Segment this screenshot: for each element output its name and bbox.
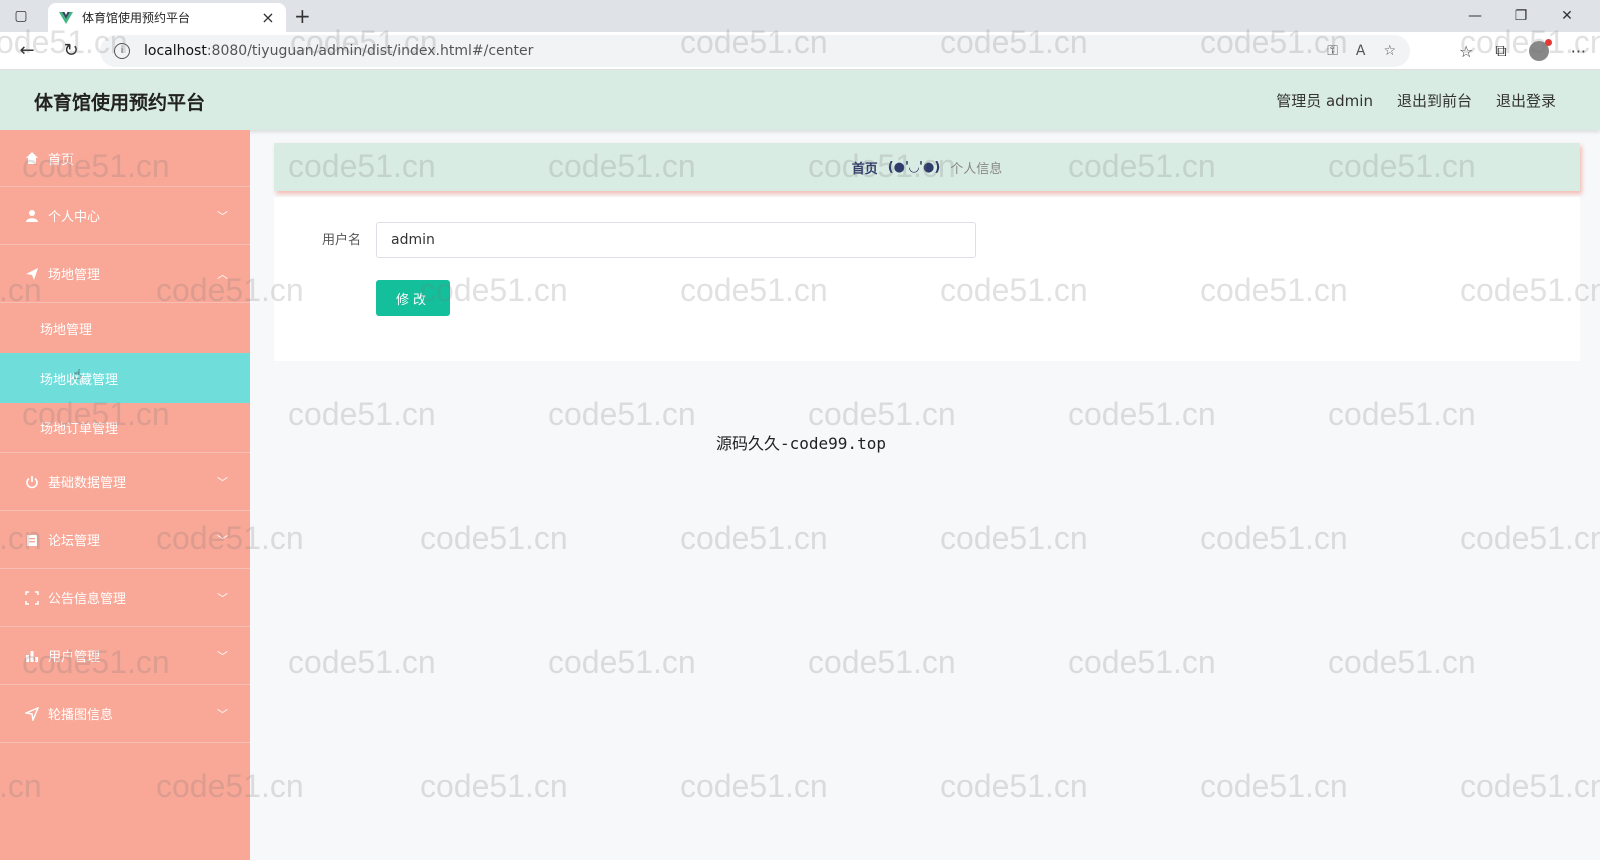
watermark-text: code51.cn xyxy=(1460,768,1600,804)
header-links: 管理员 admin 退出到前台 退出登录 xyxy=(1276,90,1556,111)
browser-tab[interactable]: 体育馆使用预约平台 × xyxy=(48,3,286,32)
back-arrow-icon[interactable]: ← xyxy=(16,40,38,62)
watermark-text: code51.cn xyxy=(420,520,568,556)
hand-cursor-icon: ☝ xyxy=(73,367,82,383)
url-field[interactable]: i localhost:8080/tiyuguan/admin/dist/ind… xyxy=(100,35,1410,67)
sidebar-item-label: 个人中心 xyxy=(48,210,101,225)
sidebar-subitem-venue-orders[interactable]: 场地订单管理 xyxy=(0,403,250,453)
sidebar-item-profile[interactable]: 个人中心 ﹀ xyxy=(0,187,250,245)
chevron-down-icon: ﹀ xyxy=(217,707,228,721)
watermark-text: code51.cn xyxy=(680,520,828,556)
watermark-text: code51.cn xyxy=(1460,520,1600,556)
breadcrumb: 首页 (●'◡'●) 个人信息 xyxy=(274,143,1580,191)
sidebar-item-forum[interactable]: 论坛管理 ﹀ xyxy=(0,511,250,569)
power-icon xyxy=(24,474,40,490)
new-tab-icon[interactable]: + xyxy=(294,6,311,26)
subitem-label: 场地管理 xyxy=(40,322,93,338)
key-icon[interactable]: ⚿ xyxy=(1327,43,1338,59)
url-text: localhost:8080/tiyuguan/admin/dist/index… xyxy=(144,43,534,59)
watermark-text: code51.cn xyxy=(940,768,1088,804)
sidebar-item-basic-data[interactable]: 基础数据管理 ﹀ xyxy=(0,453,250,511)
read-aloud-icon[interactable]: A xyxy=(1356,43,1366,59)
watermark-text: code51.cn xyxy=(1200,768,1348,804)
watermark-text: code51.cn xyxy=(420,768,568,804)
user-icon xyxy=(24,208,40,224)
admin-label: 管理员 admin xyxy=(1276,92,1373,110)
minimize-icon[interactable]: — xyxy=(1452,4,1498,28)
chevron-down-icon: ﹀ xyxy=(217,591,228,605)
sidebar-item-label: 用户管理 xyxy=(48,650,101,665)
sidebar-item-home[interactable]: 首页 xyxy=(0,130,250,187)
sidebar-item-label: 场地管理 xyxy=(48,268,101,283)
chevron-down-icon: ﹀ xyxy=(217,649,228,663)
watermark-text: code51.cn xyxy=(1328,644,1476,680)
home-icon xyxy=(24,150,40,166)
watermark-text: code51.cn xyxy=(808,644,956,680)
watermark-text: code51.cn xyxy=(1200,520,1348,556)
window-controls: — ❐ ✕ xyxy=(1452,4,1590,28)
send-icon xyxy=(24,266,40,282)
collections-icon[interactable]: ⧉ xyxy=(1495,41,1506,61)
sidebar-subitem-venue-manage[interactable]: 场地管理 xyxy=(0,303,250,353)
profile-avatar[interactable] xyxy=(1528,39,1552,61)
add-favorite-icon[interactable]: ☆ xyxy=(1383,43,1396,59)
watermark-text: code51.cn xyxy=(548,396,696,432)
tab-title: 体育馆使用预约平台 xyxy=(82,11,191,25)
watermark-text: code51.cn xyxy=(808,396,956,432)
window-close-icon[interactable]: ✕ xyxy=(1544,4,1590,28)
watermark-text: code51.cn xyxy=(548,644,696,680)
username-input[interactable] xyxy=(376,222,976,258)
sidebar-item-users[interactable]: 用户管理 ﹀ xyxy=(0,627,250,685)
footer-source-text: 源码久久-code99.top xyxy=(716,434,886,453)
watermark-text: code51.cn xyxy=(288,644,436,680)
vue-favicon-icon xyxy=(58,10,74,26)
sidebar-item-carousel[interactable]: 轮播图信息 ﹀ xyxy=(0,685,250,743)
sidebar: 首页 个人中心 ﹀ 场地管理 ︿ 场地管理 场地收藏管理 场地订单管理 基础数据… xyxy=(0,130,250,860)
watermark-text: code51.cn xyxy=(1068,396,1216,432)
watermark-text: code51.cn xyxy=(940,520,1088,556)
site-info-icon[interactable]: i xyxy=(114,43,130,59)
navigation-icon xyxy=(24,706,40,722)
reload-icon[interactable]: ↻ xyxy=(60,40,82,62)
watermark-text: code51.cn xyxy=(1068,644,1216,680)
more-icon[interactable]: ··· xyxy=(1571,42,1586,61)
tab-actions-icon[interactable]: ▢ xyxy=(12,7,30,25)
tab-close-icon[interactable]: × xyxy=(260,9,276,26)
address-bar: ← ↻ i localhost:8080/tiyuguan/admin/dist… xyxy=(0,32,1600,70)
modify-button[interactable]: 修改 xyxy=(376,280,450,316)
watermark-text: code51.cn xyxy=(288,396,436,432)
profile-form-panel: 用户名 修改 xyxy=(274,197,1580,361)
sidebar-subitem-venue-favorites[interactable]: 场地收藏管理 xyxy=(0,353,250,403)
browser-tab-bar: ▢ 体育馆使用预约平台 × + — ❐ ✕ xyxy=(0,0,1600,32)
sidebar-item-label: 论坛管理 xyxy=(48,534,101,549)
restore-icon[interactable]: ❐ xyxy=(1498,4,1544,28)
username-label: 用户名 xyxy=(322,233,362,248)
breadcrumb-current: 个人信息 xyxy=(950,161,1003,177)
bar-chart-icon xyxy=(24,648,40,664)
sidebar-item-announcements[interactable]: 公告信息管理 ﹀ xyxy=(0,569,250,627)
sidebar-item-label: 首页 xyxy=(48,152,75,168)
chevron-down-icon: ﹀ xyxy=(217,475,228,489)
breadcrumb-home[interactable]: 首页 xyxy=(852,158,878,177)
watermark-text: code51.cn xyxy=(1328,396,1476,432)
exit-to-front-link[interactable]: 退出到前台 xyxy=(1397,90,1472,111)
subitem-label: 场地订单管理 xyxy=(40,422,119,437)
sidebar-item-label: 公告信息管理 xyxy=(48,592,127,607)
forum-icon xyxy=(24,532,40,548)
chevron-up-icon: ︿ xyxy=(217,267,228,281)
sidebar-item-label: 基础数据管理 xyxy=(48,476,127,491)
logout-link[interactable]: 退出登录 xyxy=(1496,90,1556,111)
frame-icon xyxy=(24,590,40,606)
browser-toolbar: ☆ ⧉ ··· xyxy=(1459,39,1586,61)
chevron-down-icon: ﹀ xyxy=(217,209,228,223)
app-title: 体育馆使用预约平台 xyxy=(34,92,206,114)
app-header: 体育馆使用预约平台 管理员 admin 退出到前台 退出登录 xyxy=(0,70,1600,130)
chevron-down-icon: ﹀ xyxy=(217,533,228,547)
sidebar-item-venue[interactable]: 场地管理 ︿ xyxy=(0,245,250,303)
breadcrumb-separator: (●'◡'●) xyxy=(887,159,941,175)
url-action-icons: ⚿ A ☆ xyxy=(1327,43,1396,59)
watermark-text: code51.cn xyxy=(680,768,828,804)
sidebar-item-label: 轮播图信息 xyxy=(48,708,114,723)
favorites-icon[interactable]: ☆ xyxy=(1459,42,1473,61)
